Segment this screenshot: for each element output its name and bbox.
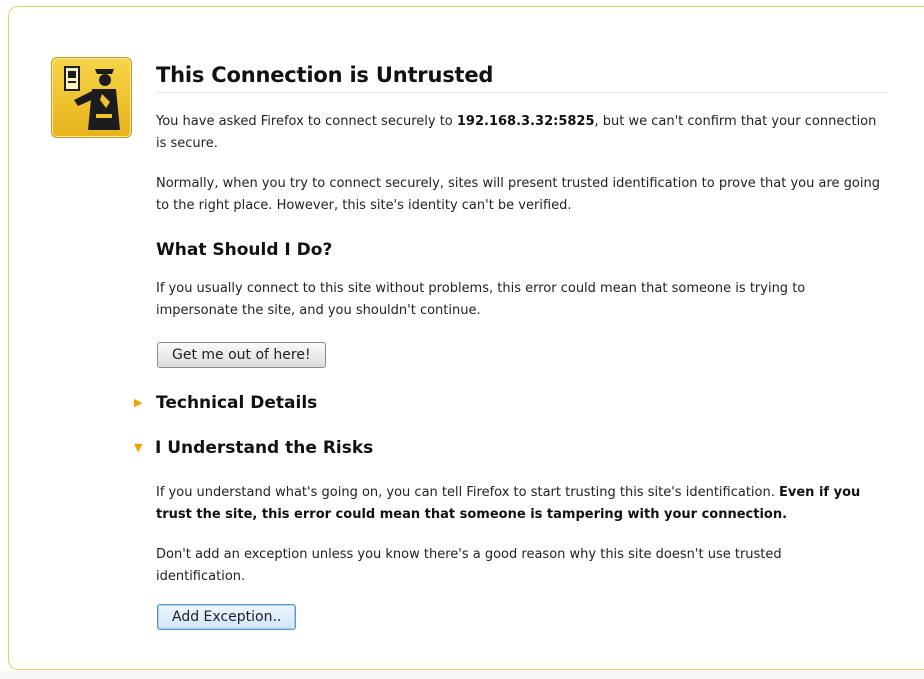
triangle-right-icon: ▶: [134, 396, 143, 409]
technical-details-label: Technical Details: [156, 393, 318, 413]
what-should-i-do-text: If you usually connect to this site with…: [156, 281, 806, 318]
risks-text: If you understand what's going on, you c…: [156, 485, 861, 522]
what-should-i-do-heading: What Should I Do?: [156, 240, 333, 260]
exception-text: Don't add an exception unless you know t…: [156, 547, 782, 584]
add-exception-button[interactable]: Add Exception..: [157, 604, 297, 630]
triangle-down-icon: ▼: [134, 441, 143, 454]
understand-risks-toggle[interactable]: ▼ I Understand the Risks: [134, 436, 434, 462]
host-address: 192.168.3.32:5825: [456, 114, 595, 129]
security-officer-icon: [51, 57, 132, 138]
page-title: This Connection is Untrusted: [156, 60, 886, 93]
risks-section: If you understand what's going on, you c…: [156, 482, 871, 588]
page-footer-shade: [0, 671, 924, 679]
error-content: This Connection is Untrusted You have as…: [156, 60, 886, 322]
understand-risks-label: I Understand the Risks: [155, 438, 374, 458]
error-page: This Connection is Untrusted You have as…: [0, 0, 924, 679]
get-me-out-button[interactable]: Get me out of here!: [157, 342, 326, 368]
intro-text: You have asked Firefox to connect secure…: [156, 114, 877, 151]
technical-details-toggle[interactable]: ▶ Technical Details: [134, 391, 394, 417]
normal-text: Normally, when you try to connect secure…: [156, 176, 880, 213]
